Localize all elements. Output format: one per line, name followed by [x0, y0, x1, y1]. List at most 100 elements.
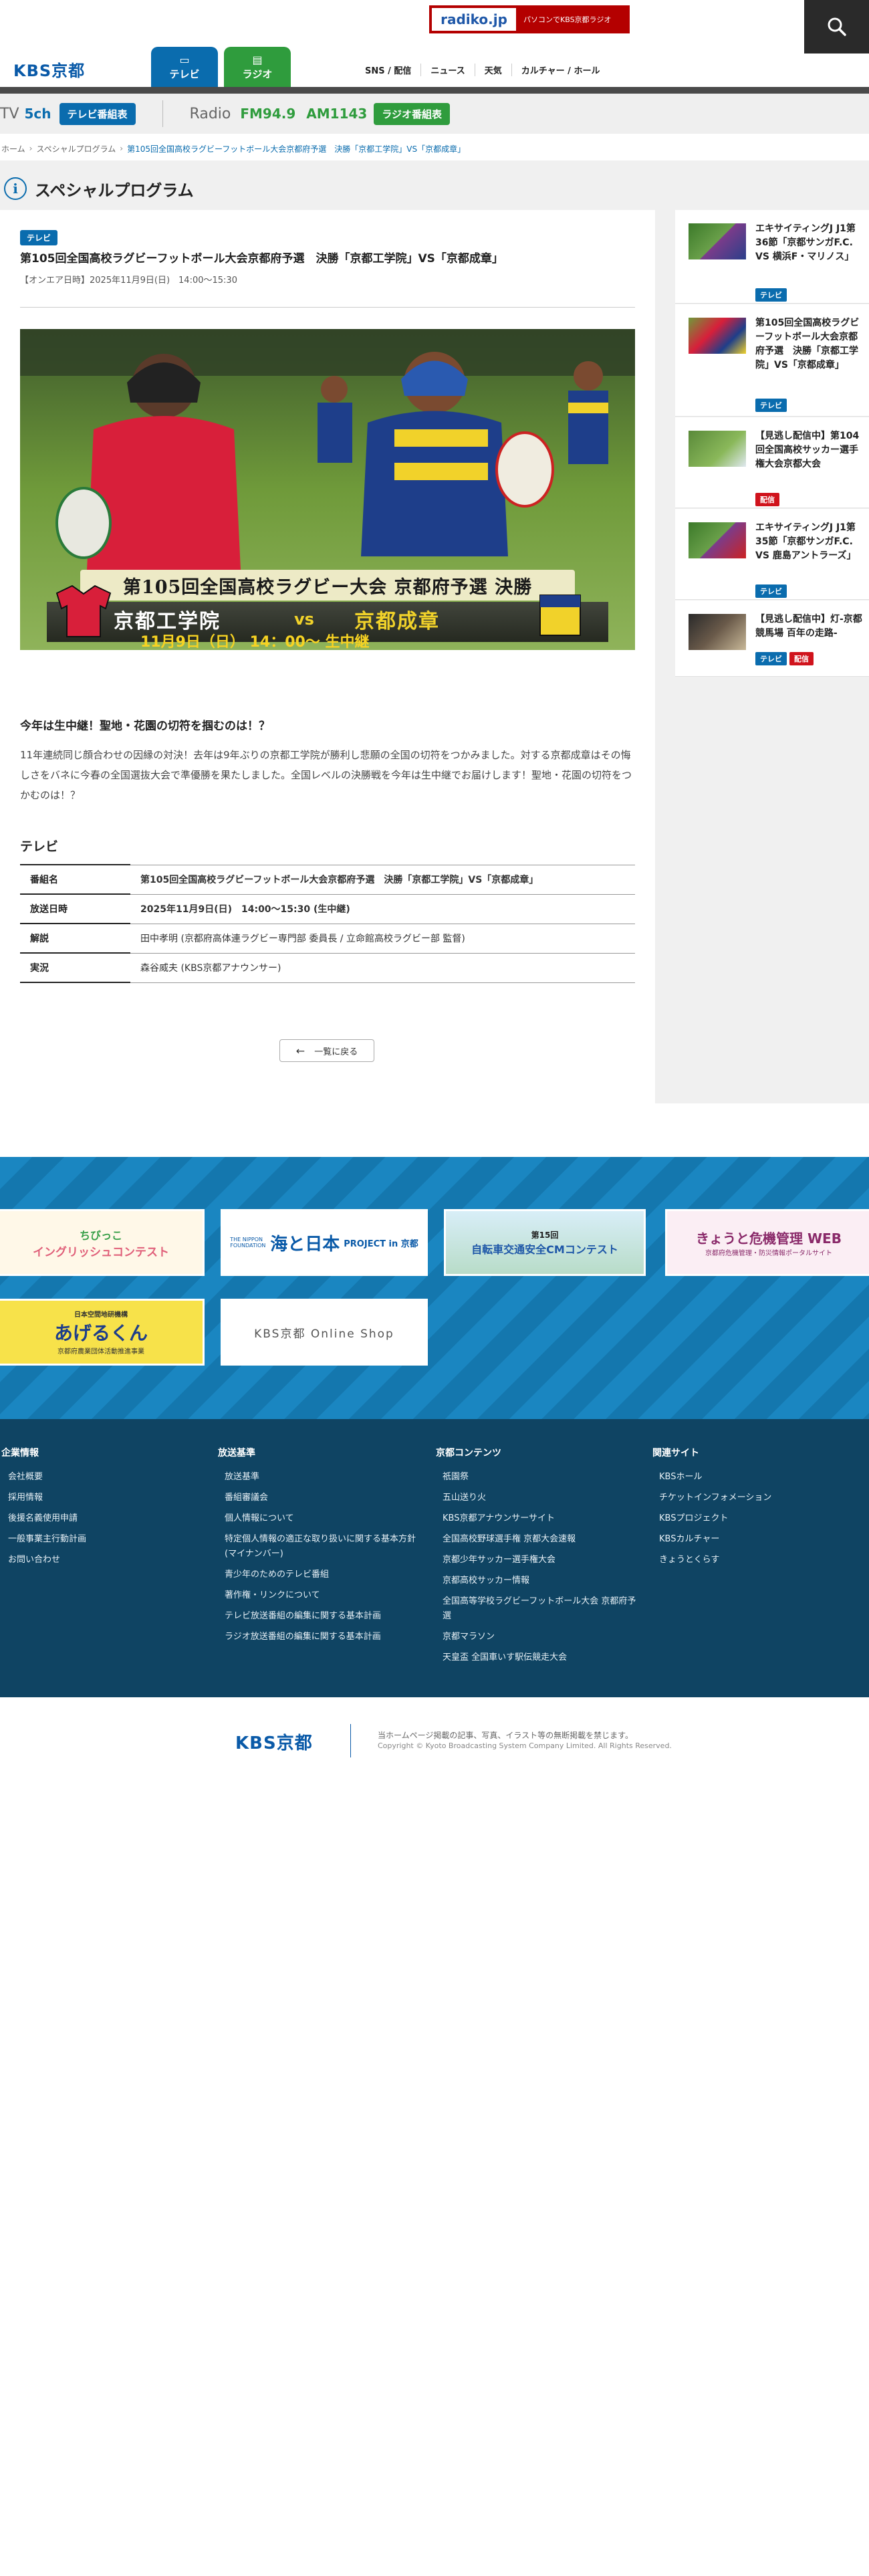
footer-column-standards: 放送基準 放送基準 番組審議会 個人情報について 特定個人情報の適正な取り扱いに… [218, 1446, 418, 1650]
category-tag: テレビ [20, 230, 58, 245]
sidebar-item[interactable]: 【見逃し配信中】灯-京都競馬場 百年の走路- テレビ 配信 [675, 601, 869, 677]
hero-datetime: 11月9日（日） 14：00〜 生中継 [140, 634, 370, 650]
footer-link[interactable]: 祇園祭 [436, 1470, 636, 1485]
onair-date: 【オンエア日時】2025年11月9日(日) 14:00〜15:30 [20, 276, 237, 286]
footer-link[interactable]: 放送基準 [218, 1470, 418, 1485]
breadcrumb-home[interactable]: ホーム [1, 143, 25, 154]
article-title: 第105回全国高校ラグビーフットボール大会京都府予選 決勝「京都工学院」VS「京… [20, 252, 503, 265]
footer-link[interactable]: KBSホール [652, 1470, 853, 1485]
banner-text: イングリッシュコンテスト [33, 1245, 169, 1259]
banner-english-contest[interactable]: ちびっこ イングリッシュコンテスト [0, 1209, 205, 1276]
sidebar-thumbnail [689, 431, 746, 467]
footer-link[interactable]: きょうとくらす [652, 1553, 853, 1568]
table-value: 2025年11月9日(日) 14:00〜15:30 (生中継) [130, 893, 635, 924]
footer-link[interactable]: テレビ放送番組の編集に関する基本計画 [218, 1609, 418, 1624]
radio-guide-button[interactable]: ラジオ番組表 [374, 102, 451, 125]
sidebar-tag: テレビ [755, 288, 787, 302]
header-divider [0, 87, 869, 94]
footer-link[interactable]: チケットインフォメーション [652, 1491, 853, 1505]
footer-link[interactable]: KBSカルチャー [652, 1532, 853, 1547]
footer-link[interactable]: 番組審議会 [218, 1491, 418, 1505]
breadcrumb: ホーム › スペシャルプログラム › 第105回全国高校ラグビーフットボール大会… [0, 139, 869, 158]
banner-text: 京都府危機管理・防災情報ポータルサイト [705, 1250, 832, 1257]
site-header: radiko.jp パソコンでKBS京都ラジオ KBS京都 ▭ テレビ ▤ ラジ… [0, 0, 869, 87]
site-footer: KBS京都 当ホームページ掲載の記事、写真、イラスト等の無断掲載を禁じます。 C… [0, 1697, 869, 2576]
sidebar-item-title: エキサイティングJ J1第35節「京都サンガF.C. VS 鹿島アントラーズ」 [755, 522, 856, 561]
footer-link[interactable]: 青少年のためのテレビ番組 [218, 1568, 418, 1582]
sidebar-tag: テレビ [755, 652, 787, 665]
table-value: 田中孝明 (京都府高体連ラグビー専門部 委員長 / 立命館高校ラグビー部 監督) [130, 923, 635, 953]
footer-column-company: 企業情報 会社概要 採用情報 後援名義使用申請 一般事業主行動計画 お問い合わせ [1, 1446, 202, 1574]
hero-vs: vs [294, 610, 314, 629]
footer-link[interactable]: 全国高校野球選手権 京都大会速報 [436, 1532, 636, 1547]
nav-sns[interactable]: SNS / 配信 [356, 64, 420, 76]
arrow-left-icon: ← [295, 1044, 305, 1057]
sidebar-item[interactable]: 【見逃し配信中】第104回全国高校サッカー選手権大会京都大会 配信 [675, 417, 869, 508]
footer-nav: 企業情報 会社概要 採用情報 後援名義使用申請 一般事業主行動計画 お問い合わせ… [0, 1419, 869, 1697]
sidebar-item[interactable]: エキサイティングJ J1第36節「京都サンガF.C. VS 横浜F・マリノス」 … [675, 210, 869, 304]
banner-umi-to-nippon[interactable]: THE NIPPON FOUNDATION 海と日本 PROJECT in 京都 [221, 1209, 428, 1276]
banner-online-shop[interactable]: KBS京都 Online Shop [221, 1299, 428, 1366]
footer-link[interactable]: お問い合わせ [1, 1553, 202, 1568]
banner-cycle-cm-contest[interactable]: 第15回 自転車交通安全CMコンテスト [444, 1209, 646, 1276]
radio-icon: ▤ [252, 53, 263, 66]
banner-text: 日本空間地研機構 [74, 1311, 128, 1319]
footer-link[interactable]: 個人情報について [218, 1511, 418, 1526]
search-icon [828, 17, 846, 36]
back-to-list-button[interactable]: ← 一覧に戻る [279, 1039, 374, 1062]
footer-link[interactable]: 天皇盃 全国車いす駅伝競走大会 [436, 1650, 636, 1665]
footer-link[interactable]: 著作権・リンクについて [218, 1588, 418, 1603]
tab-tv[interactable]: ▭ テレビ [151, 47, 218, 87]
table-row: 番組名 第105回全国高校ラグビーフットボール大会京都府予選 決勝「京都工学院」V… [20, 864, 635, 894]
footer-link[interactable]: KBSプロジェクト [652, 1511, 853, 1526]
info-icon: i [4, 177, 27, 200]
banner-ageru-kun[interactable]: 日本空間地研機構 あげるくん 京都府農業団体活動推進事業 [0, 1299, 205, 1366]
footer-link[interactable]: 一般事業主行動計画 [1, 1532, 202, 1547]
banner-text: 自転車交通安全CMコンテスト [471, 1243, 618, 1256]
breadcrumb-special[interactable]: スペシャルプログラム [36, 143, 116, 154]
sidebar-item[interactable]: エキサイティングJ J1第35節「京都サンガF.C. VS 鹿島アントラーズ」 … [675, 509, 869, 600]
radiko-banner[interactable]: radiko.jp パソコンでKBS京都ラジオ [429, 5, 630, 33]
sidebar-item-title: 【見逃し配信中】第104回全国高校サッカー選手権大会京都大会 [755, 431, 860, 469]
footer-link[interactable]: 採用情報 [1, 1491, 202, 1505]
breadcrumb-current: 第105回全国高校ラグビーフットボール大会京都府予選 決勝「京都工学院」VS「京… [127, 144, 466, 154]
sidebar-tags: テレビ 配信 [755, 651, 816, 665]
footer-link[interactable]: 全国高等学校ラグビーフットボール大会 京都府予選 [436, 1594, 636, 1624]
footer-link[interactable]: 会社概要 [1, 1470, 202, 1485]
nav-news[interactable]: ニュース [420, 63, 474, 76]
footer-link[interactable]: 五山送り火 [436, 1491, 636, 1505]
footer-link[interactable]: KBS京都アナウンサーサイト [436, 1511, 636, 1526]
site-logo[interactable]: KBS京都 [13, 58, 85, 81]
tv-guide-button[interactable]: テレビ番組表 [59, 102, 136, 125]
footer-logo[interactable]: KBS京都 [235, 1729, 313, 1754]
table-row: 解説 田中孝明 (京都府高体連ラグビー専門部 委員長 / 立命館高校ラグビー部 監… [20, 923, 635, 953]
footer-link[interactable]: ラジオ放送番組の編集に関する基本計画 [218, 1630, 418, 1644]
sidebar-thumbnail [689, 614, 746, 650]
tab-radio-label: ラジオ [242, 68, 273, 80]
hero-headline: 第105回全国高校ラグビー大会 京都府予選 決勝 [122, 577, 533, 598]
footer-heading: 放送基準 [218, 1448, 255, 1459]
tab-radio[interactable]: ▤ ラジオ [224, 47, 291, 87]
sidebar-thumbnail [689, 318, 746, 354]
sidebar-tag: テレビ [755, 399, 787, 412]
footer-link[interactable]: 特定個人情報の適正な取り扱いに関する基本方針(マイナンバー) [218, 1532, 418, 1562]
rugby-photo [20, 329, 635, 650]
footer-column-related: 関連サイト KBSホール チケットインフォメーション KBSプロジェクト KBS… [652, 1446, 853, 1574]
chevron-right-icon: › [120, 144, 124, 153]
tv-icon: ▭ [179, 53, 190, 66]
nav-culture[interactable]: カルチャー / ホール [511, 63, 610, 76]
footer-link[interactable]: 京都少年サッカー選手権大会 [436, 1553, 636, 1568]
article-body: 11年連続同じ顔合わせの因縁の対決！去年は9年ぶりの京都工学院が勝利し悲願の全国… [20, 749, 632, 801]
channel-divider [162, 100, 163, 127]
footer-link[interactable]: 京都高校サッカー情報 [436, 1574, 636, 1588]
sidebar-tag: テレビ [755, 584, 787, 598]
table-label: 番組名 [20, 864, 130, 894]
banner-kiki-kanri-web[interactable]: きょうと危機管理 WEB 京都府危機管理・防災情報ポータルサイト [665, 1209, 869, 1276]
sidebar-tags: テレビ [755, 398, 789, 412]
footer-link[interactable]: 京都マラソン [436, 1630, 636, 1644]
nav-weather[interactable]: 天気 [474, 63, 511, 76]
footer-link[interactable]: 後援名義使用申請 [1, 1511, 202, 1526]
sidebar-item[interactable]: 第105回全国高校ラグビーフットボール大会京都府予選 決勝「京都工学院」VS「京… [675, 304, 869, 417]
section-heading: テレビ [20, 839, 59, 854]
search-button[interactable] [804, 0, 869, 53]
